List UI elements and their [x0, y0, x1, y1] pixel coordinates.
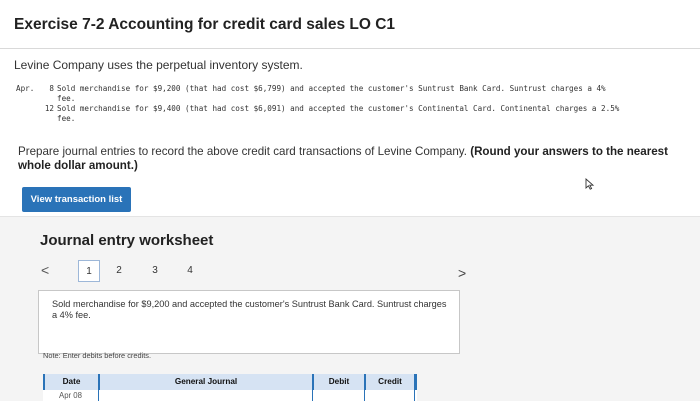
journal-entry-worksheet: Journal entry worksheet < 1 2 3 4 > Sold…: [0, 216, 700, 401]
worksheet-title: Journal entry worksheet: [40, 232, 214, 249]
page-tab-2[interactable]: 2: [108, 260, 130, 282]
transaction-day: 12: [44, 104, 54, 113]
page-tab-4[interactable]: 4: [179, 260, 201, 282]
transaction-item: 12 Sold merchandise for $9,400 (that had…: [16, 104, 696, 124]
problem-intro: Levine Company uses the perpetual invent…: [14, 58, 303, 72]
column-header-date: Date: [45, 374, 99, 390]
transaction-text: Sold merchandise for $9,200 (that had co…: [57, 84, 606, 93]
exercise-page: Exercise 7-2 Accounting for credit card …: [0, 0, 700, 401]
transaction-text: Sold merchandise for $9,400 (that had co…: [57, 104, 620, 113]
column-header-general-journal: General Journal: [100, 374, 313, 390]
page-tab-1[interactable]: 1: [78, 260, 100, 282]
page-title: Exercise 7-2 Accounting for credit card …: [14, 16, 396, 33]
journal-grid: Date General Journal Debit Credit Apr 08: [43, 374, 417, 401]
title-bar: Exercise 7-2 Accounting for credit card …: [0, 0, 700, 49]
instructions-text: Prepare journal entries to record the ab…: [18, 145, 467, 158]
transaction-text-continued: fee.: [57, 114, 76, 123]
transaction-day: 8: [49, 84, 54, 93]
journal-grid-header: Date General Journal Debit Credit: [43, 374, 417, 390]
credit-cell[interactable]: [366, 390, 415, 401]
entry-description-box: Sold merchandise for $9,200 and accepted…: [38, 290, 460, 354]
page-tab-3[interactable]: 3: [144, 260, 166, 282]
transaction-text-continued: fee.: [57, 94, 76, 103]
view-transaction-list-button[interactable]: View transaction list: [22, 187, 131, 212]
transaction-item: Apr. 8 Sold merchandise for $9,200 (that…: [16, 84, 696, 104]
table-row: Apr 08: [43, 390, 417, 401]
instructions: Prepare journal entries to record the ab…: [18, 145, 690, 173]
next-page-button[interactable]: >: [458, 265, 466, 281]
previous-page-button[interactable]: <: [41, 262, 49, 278]
transaction-month: Apr.: [16, 84, 35, 93]
mouse-pointer-icon: [585, 178, 595, 190]
column-header-credit: Credit: [366, 374, 415, 390]
date-cell[interactable]: Apr 08: [45, 390, 99, 401]
debit-cell[interactable]: [314, 390, 365, 401]
column-header-debit: Debit: [314, 374, 365, 390]
transaction-list: Apr. 8 Sold merchandise for $9,200 (that…: [16, 84, 696, 124]
entry-description: Sold merchandise for $9,200 and accepted…: [52, 299, 447, 320]
general-journal-cell[interactable]: [100, 390, 313, 401]
entry-note: Note: Enter debits before credits.: [43, 351, 152, 360]
